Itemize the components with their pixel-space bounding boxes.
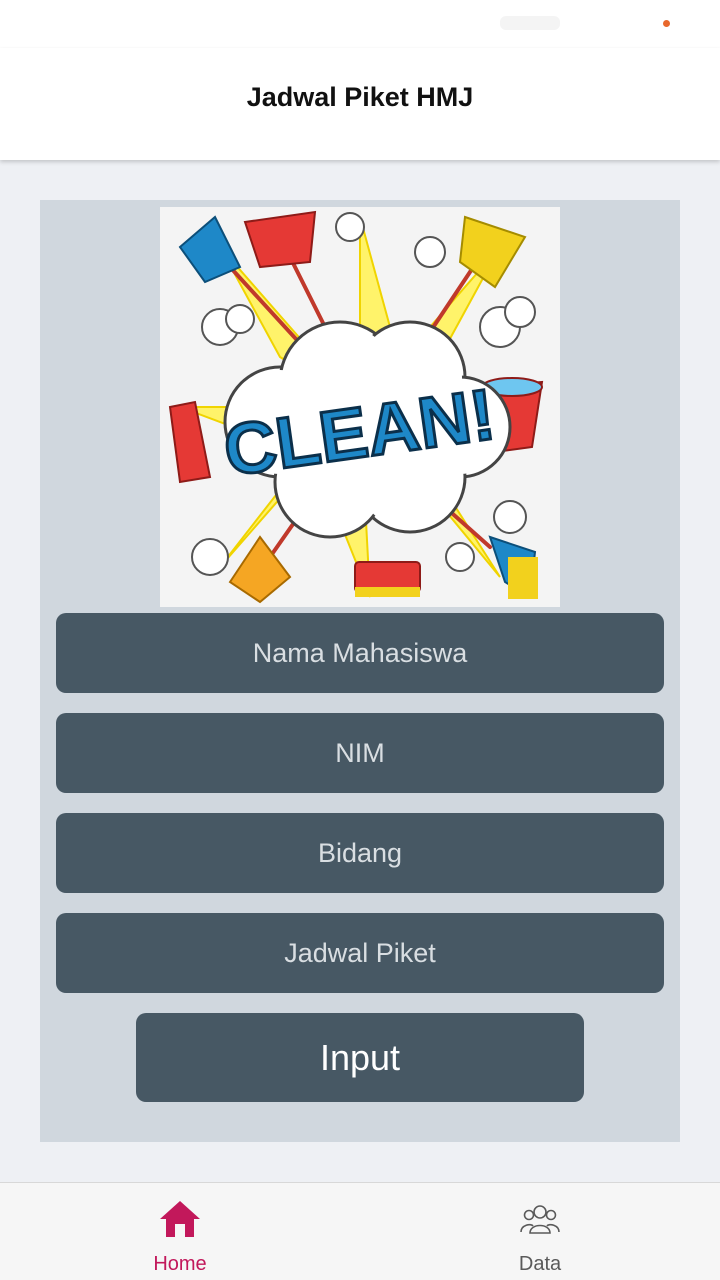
form-panel: CLEAN! Input bbox=[40, 200, 680, 1142]
nav-item-home[interactable]: Home bbox=[0, 1183, 360, 1280]
bottom-nav: Home Data bbox=[0, 1182, 720, 1280]
people-icon bbox=[518, 1197, 562, 1241]
nim-input[interactable] bbox=[56, 713, 664, 793]
bidang-input[interactable] bbox=[56, 813, 664, 893]
status-icons bbox=[500, 16, 560, 30]
jadwal-piket-input[interactable] bbox=[56, 913, 664, 993]
page-title: Jadwal Piket HMJ bbox=[246, 81, 474, 112]
notification-dot bbox=[663, 20, 670, 27]
nav-label-home: Home bbox=[153, 1253, 207, 1275]
nav-item-data[interactable]: Data bbox=[360, 1183, 720, 1280]
bidang-field[interactable] bbox=[56, 813, 664, 893]
input-button[interactable]: Input bbox=[136, 1013, 584, 1102]
status-bar bbox=[0, 0, 720, 48]
nama-mahasiswa-input[interactable] bbox=[56, 613, 664, 693]
app-bar: Jadwal Piket HMJ bbox=[0, 48, 720, 160]
nim-field[interactable] bbox=[56, 713, 664, 793]
nav-label-data: Data bbox=[518, 1253, 562, 1275]
home-icon bbox=[158, 1197, 202, 1241]
jadwal-piket-field[interactable] bbox=[56, 913, 664, 993]
clean-illustration: CLEAN! bbox=[160, 207, 560, 607]
nama-mahasiswa-field[interactable] bbox=[56, 613, 664, 693]
